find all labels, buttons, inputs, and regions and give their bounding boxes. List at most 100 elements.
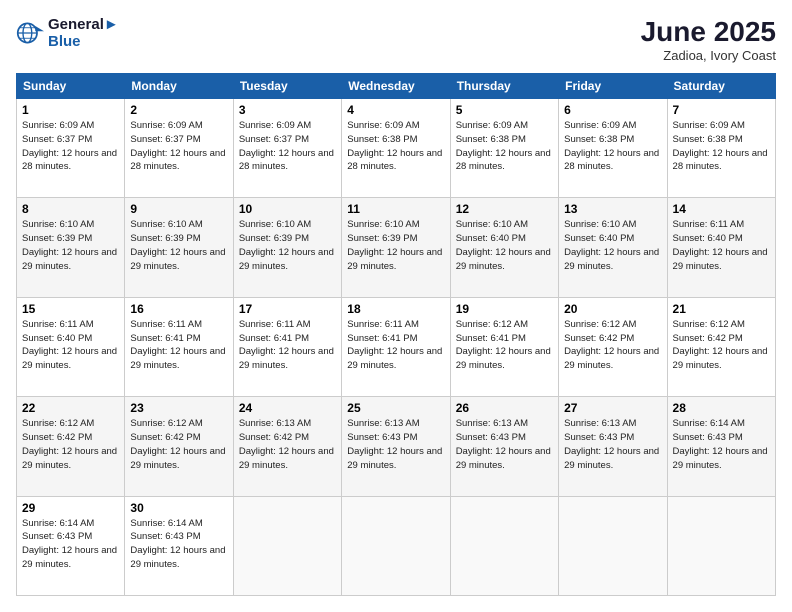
day-number: 5: [456, 103, 553, 117]
day-info: Sunrise: 6:10 AMSunset: 6:39 PMDaylight:…: [22, 219, 117, 271]
day-info: Sunrise: 6:14 AMSunset: 6:43 PMDaylight:…: [22, 518, 117, 570]
day-number: 4: [347, 103, 444, 117]
table-row: 14 Sunrise: 6:11 AMSunset: 6:40 PMDaylig…: [667, 198, 775, 297]
table-row: 10 Sunrise: 6:10 AMSunset: 6:39 PMDaylig…: [233, 198, 341, 297]
day-number: 19: [456, 302, 553, 316]
day-number: 15: [22, 302, 119, 316]
table-row: 12 Sunrise: 6:10 AMSunset: 6:40 PMDaylig…: [450, 198, 558, 297]
day-info: Sunrise: 6:12 AMSunset: 6:42 PMDaylight:…: [22, 418, 117, 470]
day-number: 2: [130, 103, 227, 117]
day-info: Sunrise: 6:12 AMSunset: 6:42 PMDaylight:…: [564, 319, 659, 371]
day-info: Sunrise: 6:13 AMSunset: 6:43 PMDaylight:…: [347, 418, 442, 470]
day-number: 29: [22, 501, 119, 515]
table-row: 15 Sunrise: 6:11 AMSunset: 6:40 PMDaylig…: [17, 297, 125, 396]
table-row: 7 Sunrise: 6:09 AMSunset: 6:38 PMDayligh…: [667, 99, 775, 198]
logo-text: General► Blue: [48, 16, 119, 50]
day-number: 28: [673, 401, 770, 415]
table-row: 20 Sunrise: 6:12 AMSunset: 6:42 PMDaylig…: [559, 297, 667, 396]
day-number: 30: [130, 501, 227, 515]
col-tuesday: Tuesday: [233, 74, 341, 99]
table-row: 28 Sunrise: 6:14 AMSunset: 6:43 PMDaylig…: [667, 397, 775, 496]
table-row: 4 Sunrise: 6:09 AMSunset: 6:38 PMDayligh…: [342, 99, 450, 198]
logo-icon: [16, 19, 44, 47]
day-number: 1: [22, 103, 119, 117]
day-info: Sunrise: 6:13 AMSunset: 6:43 PMDaylight:…: [456, 418, 551, 470]
col-friday: Friday: [559, 74, 667, 99]
table-row: [559, 496, 667, 595]
day-info: Sunrise: 6:09 AMSunset: 6:38 PMDaylight:…: [347, 120, 442, 172]
logo: General► Blue: [16, 16, 119, 50]
table-row: 11 Sunrise: 6:10 AMSunset: 6:39 PMDaylig…: [342, 198, 450, 297]
table-row: 1 Sunrise: 6:09 AMSunset: 6:37 PMDayligh…: [17, 99, 125, 198]
table-row: 24 Sunrise: 6:13 AMSunset: 6:42 PMDaylig…: [233, 397, 341, 496]
col-thursday: Thursday: [450, 74, 558, 99]
day-number: 26: [456, 401, 553, 415]
day-info: Sunrise: 6:09 AMSunset: 6:37 PMDaylight:…: [130, 120, 225, 172]
day-info: Sunrise: 6:11 AMSunset: 6:40 PMDaylight:…: [673, 219, 768, 271]
day-number: 18: [347, 302, 444, 316]
col-sunday: Sunday: [17, 74, 125, 99]
day-number: 25: [347, 401, 444, 415]
day-info: Sunrise: 6:14 AMSunset: 6:43 PMDaylight:…: [130, 518, 225, 570]
day-number: 7: [673, 103, 770, 117]
day-info: Sunrise: 6:09 AMSunset: 6:37 PMDaylight:…: [22, 120, 117, 172]
col-saturday: Saturday: [667, 74, 775, 99]
day-info: Sunrise: 6:10 AMSunset: 6:40 PMDaylight:…: [564, 219, 659, 271]
table-row: 30 Sunrise: 6:14 AMSunset: 6:43 PMDaylig…: [125, 496, 233, 595]
day-number: 27: [564, 401, 661, 415]
day-number: 14: [673, 202, 770, 216]
day-info: Sunrise: 6:11 AMSunset: 6:41 PMDaylight:…: [130, 319, 225, 371]
day-number: 3: [239, 103, 336, 117]
col-wednesday: Wednesday: [342, 74, 450, 99]
header: General► Blue June 2025 Zadioa, Ivory Co…: [16, 16, 776, 63]
day-info: Sunrise: 6:11 AMSunset: 6:41 PMDaylight:…: [239, 319, 334, 371]
table-row: 22 Sunrise: 6:12 AMSunset: 6:42 PMDaylig…: [17, 397, 125, 496]
calendar-body: 1 Sunrise: 6:09 AMSunset: 6:37 PMDayligh…: [17, 99, 776, 596]
table-row: 26 Sunrise: 6:13 AMSunset: 6:43 PMDaylig…: [450, 397, 558, 496]
day-number: 11: [347, 202, 444, 216]
table-row: 2 Sunrise: 6:09 AMSunset: 6:37 PMDayligh…: [125, 99, 233, 198]
day-number: 22: [22, 401, 119, 415]
table-row: [342, 496, 450, 595]
location: Zadioa, Ivory Coast: [641, 48, 776, 63]
table-row: 17 Sunrise: 6:11 AMSunset: 6:41 PMDaylig…: [233, 297, 341, 396]
table-row: 18 Sunrise: 6:11 AMSunset: 6:41 PMDaylig…: [342, 297, 450, 396]
day-info: Sunrise: 6:11 AMSunset: 6:41 PMDaylight:…: [347, 319, 442, 371]
table-row: 23 Sunrise: 6:12 AMSunset: 6:42 PMDaylig…: [125, 397, 233, 496]
day-number: 6: [564, 103, 661, 117]
table-row: 3 Sunrise: 6:09 AMSunset: 6:37 PMDayligh…: [233, 99, 341, 198]
day-number: 13: [564, 202, 661, 216]
day-info: Sunrise: 6:09 AMSunset: 6:38 PMDaylight:…: [456, 120, 551, 172]
day-info: Sunrise: 6:13 AMSunset: 6:43 PMDaylight:…: [564, 418, 659, 470]
day-number: 20: [564, 302, 661, 316]
table-row: 29 Sunrise: 6:14 AMSunset: 6:43 PMDaylig…: [17, 496, 125, 595]
day-info: Sunrise: 6:12 AMSunset: 6:41 PMDaylight:…: [456, 319, 551, 371]
day-number: 10: [239, 202, 336, 216]
calendar-table: Sunday Monday Tuesday Wednesday Thursday…: [16, 73, 776, 596]
table-row: 16 Sunrise: 6:11 AMSunset: 6:41 PMDaylig…: [125, 297, 233, 396]
day-info: Sunrise: 6:09 AMSunset: 6:38 PMDaylight:…: [564, 120, 659, 172]
col-monday: Monday: [125, 74, 233, 99]
day-number: 16: [130, 302, 227, 316]
table-row: [450, 496, 558, 595]
day-number: 9: [130, 202, 227, 216]
calendar-header-row: Sunday Monday Tuesday Wednesday Thursday…: [17, 74, 776, 99]
month-title: June 2025: [641, 16, 776, 48]
day-info: Sunrise: 6:12 AMSunset: 6:42 PMDaylight:…: [673, 319, 768, 371]
title-block: June 2025 Zadioa, Ivory Coast: [641, 16, 776, 63]
day-number: 24: [239, 401, 336, 415]
day-info: Sunrise: 6:09 AMSunset: 6:38 PMDaylight:…: [673, 120, 768, 172]
day-number: 17: [239, 302, 336, 316]
day-number: 12: [456, 202, 553, 216]
day-number: 23: [130, 401, 227, 415]
table-row: [233, 496, 341, 595]
table-row: 25 Sunrise: 6:13 AMSunset: 6:43 PMDaylig…: [342, 397, 450, 496]
day-info: Sunrise: 6:09 AMSunset: 6:37 PMDaylight:…: [239, 120, 334, 172]
day-info: Sunrise: 6:13 AMSunset: 6:42 PMDaylight:…: [239, 418, 334, 470]
table-row: 6 Sunrise: 6:09 AMSunset: 6:38 PMDayligh…: [559, 99, 667, 198]
table-row: 27 Sunrise: 6:13 AMSunset: 6:43 PMDaylig…: [559, 397, 667, 496]
day-info: Sunrise: 6:11 AMSunset: 6:40 PMDaylight:…: [22, 319, 117, 371]
table-row: 5 Sunrise: 6:09 AMSunset: 6:38 PMDayligh…: [450, 99, 558, 198]
table-row: 21 Sunrise: 6:12 AMSunset: 6:42 PMDaylig…: [667, 297, 775, 396]
table-row: 19 Sunrise: 6:12 AMSunset: 6:41 PMDaylig…: [450, 297, 558, 396]
